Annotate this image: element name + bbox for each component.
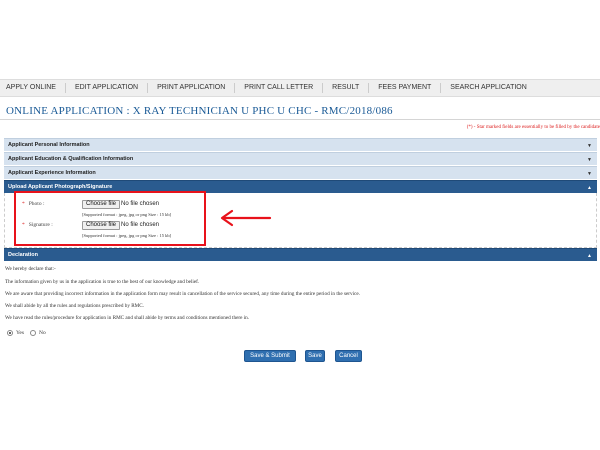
nav-search-application[interactable]: SEARCH APPLICATION — [441, 83, 536, 93]
declaration-line: We are aware that providing incorrect in… — [5, 291, 360, 297]
section-experience-info-label: Applicant Experience Information — [8, 170, 96, 176]
chevron-down-icon: ▼ — [587, 143, 592, 149]
yes-radio-label: Yes — [16, 330, 25, 336]
highlight-box — [14, 191, 206, 246]
nav-fees-payment[interactable]: FEES PAYMENT — [369, 83, 442, 93]
no-radio-label: No — [39, 330, 46, 336]
nav-apply-online[interactable]: APPLY ONLINE — [0, 83, 66, 93]
chevron-up-icon: ▲ — [587, 253, 592, 259]
save-button[interactable]: Save — [305, 350, 325, 362]
chevron-down-icon: ▼ — [587, 157, 592, 163]
mandatory-fields-note: (*) - Star marked fields are essentially… — [466, 125, 600, 130]
chevron-down-icon: ▼ — [587, 171, 592, 177]
section-experience-info[interactable]: Applicant Experience Information ▼ — [4, 166, 597, 179]
section-personal-info-label: Applicant Personal Information — [8, 142, 90, 148]
declaration-agree-options: Yes No — [7, 330, 46, 336]
page-title: ONLINE APPLICATION : X RAY TECHNICIAN U … — [6, 105, 393, 117]
top-navigation: APPLY ONLINE EDIT APPLICATION PRINT APPL… — [0, 79, 600, 97]
nav-print-application[interactable]: PRINT APPLICATION — [148, 83, 236, 93]
nav-print-call-letter[interactable]: PRINT CALL LETTER — [235, 83, 324, 93]
save-and-submit-button[interactable]: Save & Submit — [244, 350, 296, 362]
left-arrow-icon — [220, 209, 272, 227]
title-divider — [0, 119, 600, 120]
declaration-line: We shall abide by all the rules and regu… — [5, 303, 145, 309]
chevron-up-icon: ▲ — [587, 185, 592, 191]
nav-result[interactable]: RESULT — [323, 83, 370, 93]
declaration-line: We have read the rules/procedure for app… — [5, 315, 250, 321]
section-education-info[interactable]: Applicant Education & Qualification Info… — [4, 152, 597, 165]
nav-edit-application[interactable]: EDIT APPLICATION — [66, 83, 149, 93]
section-declaration-label: Declaration — [8, 252, 38, 258]
declaration-line: The information given by us in the appli… — [5, 279, 200, 285]
section-education-info-label: Applicant Education & Qualification Info… — [8, 156, 134, 162]
yes-radio[interactable] — [7, 330, 13, 336]
cancel-button[interactable]: Cancel — [335, 350, 362, 362]
section-declaration[interactable]: Declaration ▲ — [4, 248, 597, 261]
no-radio[interactable] — [30, 330, 37, 336]
section-personal-info[interactable]: Applicant Personal Information ▼ — [4, 138, 597, 151]
declaration-line: We hereby declare that:- — [5, 266, 56, 272]
section-upload-label: Upload Applicant Photograph/Signature — [8, 184, 113, 190]
